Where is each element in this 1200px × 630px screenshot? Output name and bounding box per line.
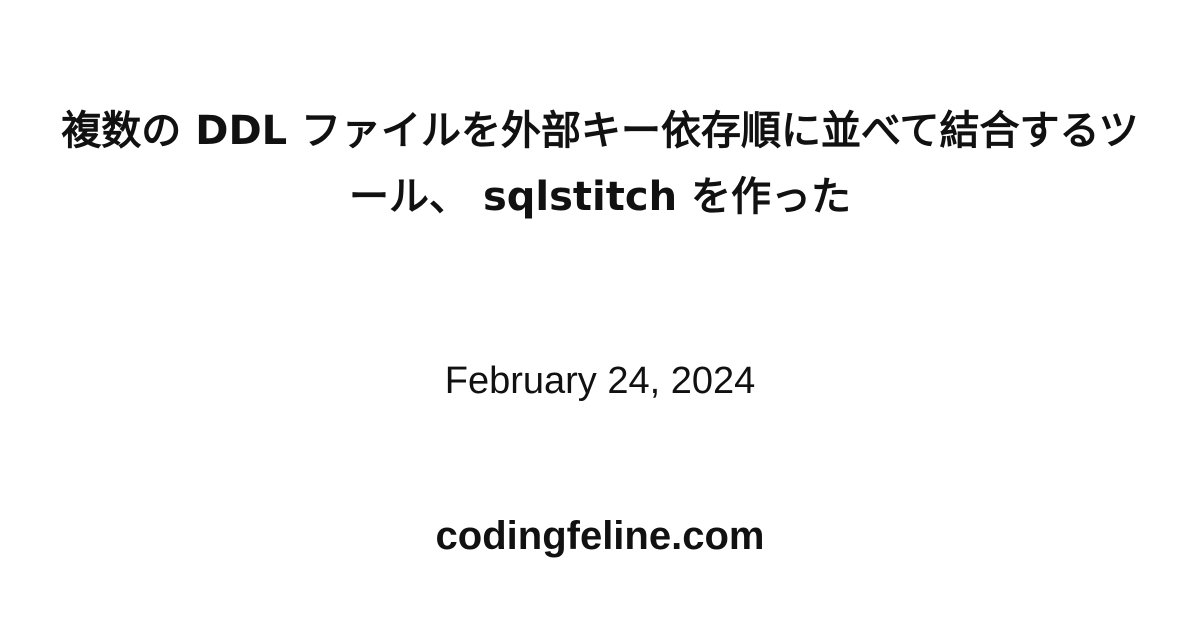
site-name: codingfeline.com <box>435 514 765 558</box>
post-date: February 24, 2024 <box>444 360 756 402</box>
og-card: 複数の DDL ファイルを外部キー依存順に並べて結合するツール、 sqlstit… <box>0 0 1200 630</box>
post-title: 複数の DDL ファイルを外部キー依存順に並べて結合するツール、 sqlstit… <box>61 108 1139 220</box>
